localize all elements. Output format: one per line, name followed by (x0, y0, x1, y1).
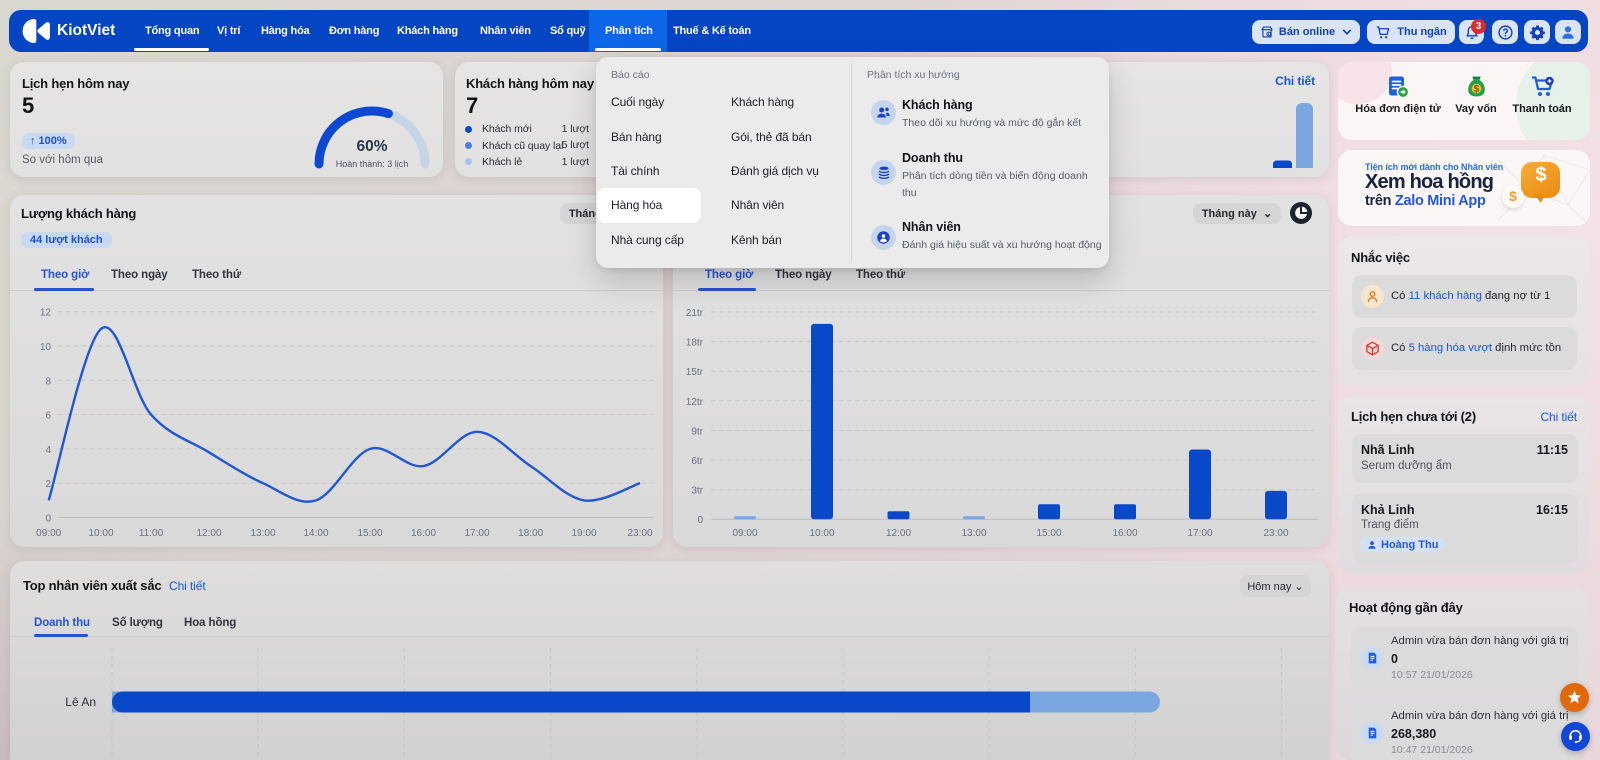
svg-text:18:00: 18:00 (518, 528, 543, 539)
svg-text:15tr: 15tr (686, 367, 704, 378)
svg-text:14:00: 14:00 (303, 528, 328, 539)
svg-text:10:00: 10:00 (88, 528, 113, 539)
svg-text:18tr: 18tr (686, 338, 704, 349)
svg-text:12tr: 12tr (686, 397, 704, 408)
svg-text:12: 12 (40, 308, 52, 319)
svg-text:$: $ (1474, 84, 1480, 95)
svg-text:19:00: 19:00 (571, 528, 596, 539)
svg-text:16:00: 16:00 (411, 528, 436, 539)
svg-text:Lê An: Lê An (65, 695, 96, 709)
svg-text:6: 6 (45, 411, 51, 422)
svg-text:9tr: 9tr (691, 426, 703, 437)
svg-text:11:00: 11:00 (139, 528, 164, 539)
svg-text:21tr: 21tr (686, 308, 704, 319)
svg-text:0: 0 (45, 514, 51, 525)
svg-text:8: 8 (45, 376, 51, 387)
svg-text:2: 2 (45, 479, 51, 490)
svg-text:12:00: 12:00 (886, 528, 911, 539)
svg-text:3tr: 3tr (691, 486, 703, 497)
svg-text:13:00: 13:00 (250, 528, 275, 539)
svg-text:09:00: 09:00 (732, 528, 757, 539)
svg-text:12:00: 12:00 (196, 528, 221, 539)
svg-text:23:00: 23:00 (1263, 528, 1288, 539)
svg-text:16:00: 16:00 (1112, 528, 1137, 539)
svg-text:09:00: 09:00 (36, 528, 61, 539)
svg-text:17:00: 17:00 (1187, 528, 1212, 539)
svg-text:17:00: 17:00 (464, 528, 489, 539)
svg-text:6tr: 6tr (691, 456, 703, 467)
svg-text:0: 0 (697, 515, 703, 526)
svg-text:15:00: 15:00 (357, 528, 382, 539)
svg-text:10:00: 10:00 (809, 528, 834, 539)
svg-text:13:00: 13:00 (961, 528, 986, 539)
svg-text:15:00: 15:00 (1036, 528, 1061, 539)
svg-text:10: 10 (40, 342, 52, 353)
svg-text:4: 4 (45, 445, 51, 456)
svg-text:23:00: 23:00 (627, 528, 652, 539)
